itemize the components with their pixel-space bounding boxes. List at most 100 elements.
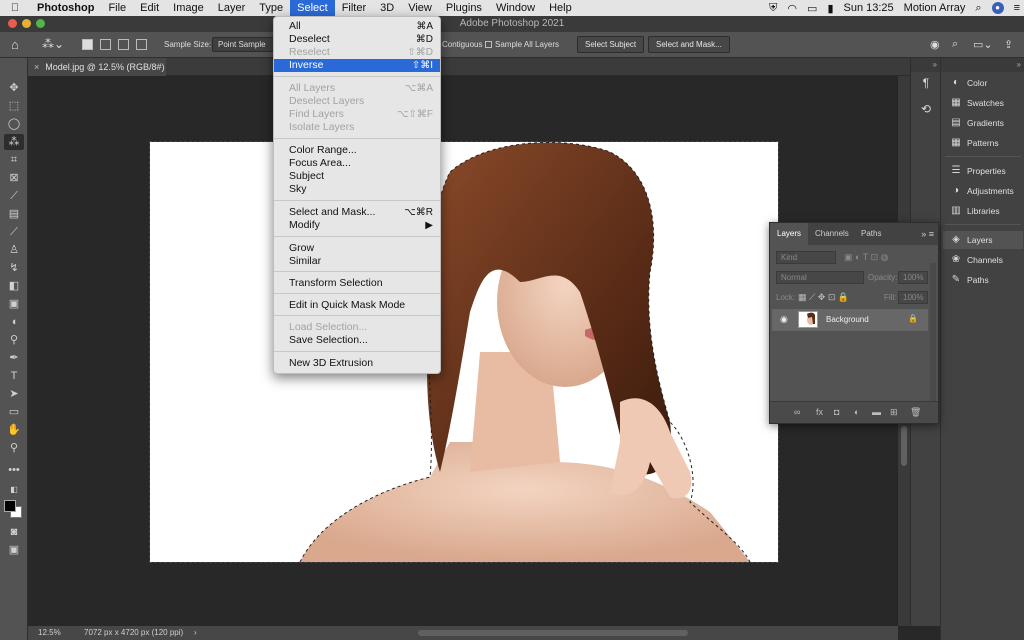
select-and-mask-button[interactable]: Select and Mask... [648, 36, 730, 53]
panel-patterns[interactable]: ▦ Patterns [943, 134, 1023, 152]
default-colors-icon[interactable]: ◧ [4, 482, 24, 498]
history-brush-tool-icon[interactable]: ↯ [4, 260, 24, 276]
menu-edit[interactable]: Edit [133, 0, 166, 16]
tab-layers[interactable]: Layers [770, 223, 809, 245]
menu-type[interactable]: Type [252, 0, 290, 16]
path-selection-tool-icon[interactable]: ➤ [4, 386, 24, 402]
horizontal-scroll-thumb[interactable] [418, 630, 688, 636]
layer-lock-icon[interactable]: 🔒 [908, 314, 918, 323]
menu-layer[interactable]: Layer [211, 0, 253, 16]
menu-window[interactable]: Window [489, 0, 542, 16]
menu-item-subject[interactable]: Subject [274, 170, 440, 183]
search-icon[interactable]: ⌕ [952, 38, 958, 51]
menu-item-edit-in-quick-mask-mode[interactable]: Edit in Quick Mask Mode [274, 299, 440, 312]
brush-tool-icon[interactable]: ⟋ [4, 224, 24, 240]
sample-all-layers-checkbox[interactable] [485, 41, 492, 48]
battery-icon[interactable]: ▮ [827, 2, 833, 15]
type-tool-icon[interactable]: T [4, 368, 24, 384]
clock[interactable]: Sun 13:25 [844, 2, 894, 14]
visibility-eye-icon[interactable]: ◉ [780, 314, 788, 325]
fx-icon[interactable]: fx [816, 407, 823, 417]
eraser-tool-icon[interactable]: ◧ [4, 278, 24, 294]
menu-image[interactable]: Image [166, 0, 211, 16]
shield-icon[interactable]: ⛨ [769, 2, 777, 15]
gradient-tool-icon[interactable]: ▣ [4, 296, 24, 312]
magic-wand-tool-preset-icon[interactable]: ⁂⌄ [42, 37, 64, 51]
share-icon[interactable]: ⇪ [1004, 38, 1013, 51]
layers-scrollbar[interactable] [930, 263, 936, 403]
spotlight-search-icon[interactable]: ⌕ [975, 2, 981, 15]
document-tab[interactable]: × Model.jpg @ 12.5% (RGB/8#) [28, 58, 166, 76]
menu-item-new-3d-extrusion[interactable]: New 3D Extrusion [274, 357, 440, 370]
healing-brush-tool-icon[interactable]: ▤ [4, 206, 24, 222]
rectangle-tool-icon[interactable]: ▭ [4, 404, 24, 420]
zoom-tool-icon[interactable]: ⚲ [4, 440, 24, 456]
panel-channels[interactable]: ❀ Channels [943, 251, 1023, 269]
panel-groups-grip[interactable]: » [941, 58, 1024, 72]
hand-tool-icon[interactable]: ✋ [4, 422, 24, 438]
panel-paths[interactable]: ✎ Paths [943, 271, 1023, 289]
menu-item-save-selection[interactable]: Save Selection... [274, 334, 440, 347]
edit-toolbar-icon[interactable]: ••• [4, 462, 24, 478]
user-name[interactable]: Motion Array [904, 2, 966, 14]
adjustment-layer-icon[interactable]: ◐ [854, 407, 859, 417]
document-canvas[interactable] [149, 141, 779, 563]
panel-color[interactable]: ◐ Color [943, 74, 1023, 92]
fill-input[interactable]: 100% [898, 291, 928, 304]
menu-item-similar[interactable]: Similar [274, 255, 440, 268]
dodge-tool-icon[interactable]: ⚲ [4, 332, 24, 348]
add-to-selection-icon[interactable] [100, 39, 111, 50]
add-mask-icon[interactable]: ◘ [834, 407, 839, 417]
link-layers-icon[interactable]: ∞ [794, 407, 800, 417]
menu-item-focus-area[interactable]: Focus Area... [274, 157, 440, 170]
clone-stamp-tool-icon[interactable]: ♙ [4, 242, 24, 258]
menu-item-color-range[interactable]: Color Range... [274, 144, 440, 157]
panel-adjustments[interactable]: ◑ Adjustments [943, 182, 1023, 200]
panel-swatches[interactable]: ▦ Swatches [943, 94, 1023, 112]
panel-properties[interactable]: ☰ Properties [943, 162, 1023, 180]
wifi-icon[interactable]: ◠ [787, 2, 797, 15]
apple-icon[interactable]:  [0, 2, 30, 14]
marquee-tool-icon[interactable]: ⬚ [4, 98, 24, 114]
intersect-selection-icon[interactable] [136, 39, 147, 50]
vertical-scroll-thumb[interactable] [901, 426, 907, 466]
close-tab-icon[interactable]: × [34, 62, 39, 72]
pen-tool-icon[interactable]: ✒ [4, 350, 24, 366]
trash-icon[interactable]: 🗑 [910, 407, 921, 418]
lasso-tool-icon[interactable]: ◯ [4, 116, 24, 132]
menu-file[interactable]: File [101, 0, 133, 16]
eyedropper-tool-icon[interactable]: ⟋ [4, 188, 24, 204]
new-selection-icon[interactable] [82, 39, 93, 50]
display-icon[interactable]: ▭ [807, 2, 817, 15]
menu-item-grow[interactable]: Grow [274, 242, 440, 255]
screen-mode-icon[interactable]: ▣ [4, 542, 24, 558]
lock-icons[interactable]: ▦ ⟋ ✥ ⊡ 🔒 [798, 292, 849, 303]
select-subject-button[interactable]: Select Subject [577, 36, 645, 53]
status-menu-chevron[interactable]: › [194, 626, 197, 640]
sample-size-dropdown[interactable]: Point Sample [212, 37, 274, 52]
zoom-level[interactable]: 12.5% [38, 626, 61, 640]
home-icon[interactable]: ⌂ [11, 37, 19, 52]
menu-select[interactable]: Select [290, 0, 335, 16]
crop-tool-icon[interactable]: ⌗ [4, 152, 24, 168]
menu-plugins[interactable]: Plugins [439, 0, 489, 16]
control-center-icon[interactable]: ≡ [1014, 2, 1020, 14]
menu-help[interactable]: Help [542, 0, 579, 16]
menu-item-transform-selection[interactable]: Transform Selection [274, 277, 440, 290]
panel-libraries[interactable]: ▥ Libraries [943, 202, 1023, 220]
tab-channels[interactable]: Channels [808, 223, 856, 245]
panel-layers[interactable]: ◈ Layers [943, 231, 1023, 249]
filter-icons[interactable]: ▣ ◐ T ⊡ ◍ [844, 252, 889, 263]
workspace-icon[interactable]: ▭⌄ [973, 38, 993, 51]
blur-tool-icon[interactable]: ◖ [4, 314, 24, 330]
siri-icon[interactable]: ● [991, 2, 1004, 14]
menu-item-all[interactable]: All ⌘A [274, 20, 440, 33]
user-icon[interactable]: ◉ [930, 38, 940, 51]
foreground-color-swatch[interactable] [4, 500, 16, 512]
subtract-from-selection-icon[interactable] [118, 39, 129, 50]
opacity-input[interactable]: 100% [898, 271, 928, 284]
menu-item-modify[interactable]: Modify ▶ [274, 219, 440, 232]
new-group-icon[interactable]: ▬ [872, 407, 881, 417]
menu-item-inverse[interactable]: Inverse ⇧⌘I [274, 59, 440, 72]
char-panel-icon[interactable]: ¶ [917, 74, 935, 92]
